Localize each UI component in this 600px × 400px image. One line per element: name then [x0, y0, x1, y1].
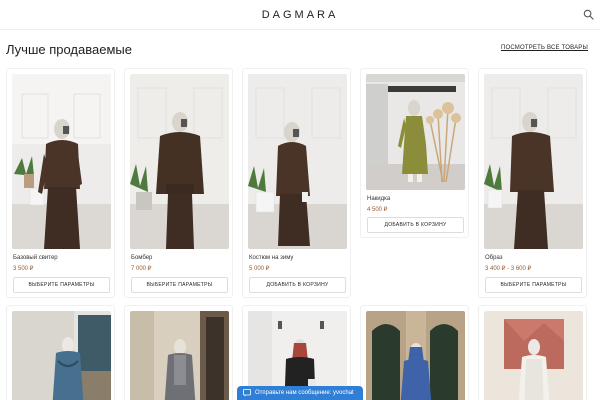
section-title: Лучше продаваемые [6, 42, 132, 57]
product-price: 3 500 ₽ [13, 266, 34, 272]
product-image[interactable] [366, 74, 465, 190]
product-price: 4 500 ₽ [367, 207, 388, 213]
product-price: 3 400 ₽ - 3 600 ₽ [485, 266, 532, 272]
product-name[interactable]: Костюм на зиму [249, 255, 293, 261]
product-image[interactable] [366, 311, 465, 400]
select-options-button[interactable]: ВЫБЕРИТЕ ПАРАМЕТРЫ [485, 277, 582, 293]
select-options-button[interactable]: ВЫБЕРИТЕ ПАРАМЕТРЫ [13, 277, 110, 293]
chat-widget-button[interactable]: Отправьте нам сообщение: yvochat [237, 386, 363, 400]
product-name[interactable]: Накидка [367, 196, 390, 202]
product-name[interactable]: Бомбер [131, 255, 152, 261]
site-header: DAGMARA [0, 0, 600, 30]
chat-widget-label: Отправьте нам сообщение: yvochat [255, 390, 354, 396]
product-card[interactable]: Образ 3 400 ₽ - 3 600 ₽ ВЫБЕРИТЕ ПАРАМЕТ… [478, 68, 587, 298]
view-all-link[interactable]: ПОСМОТРЕТЬ ВСЕ ТОВАРЫ [501, 45, 588, 51]
product-card[interactable] [6, 305, 115, 400]
product-image[interactable] [12, 311, 111, 400]
product-name[interactable]: Базовый свитер [13, 255, 58, 261]
product-price: 5 000 ₽ [249, 266, 270, 272]
product-image[interactable] [130, 74, 229, 249]
product-card[interactable] [360, 305, 469, 400]
product-image[interactable] [130, 311, 229, 400]
add-to-cart-button[interactable]: ДОБАВИТЬ В КОРЗИНУ [249, 277, 346, 293]
site-logo[interactable]: DAGMARA [0, 9, 600, 21]
product-card[interactable]: Накидка 4 500 ₽ ДОБАВИТЬ В КОРЗИНУ [360, 68, 469, 238]
search-icon[interactable] [583, 9, 594, 20]
product-name[interactable]: Образ [485, 255, 502, 261]
select-options-button[interactable]: ВЫБЕРИТЕ ПАРАМЕТРЫ [131, 277, 228, 293]
product-price: 7 000 ₽ [131, 266, 152, 272]
product-card[interactable]: Бомбер 7 000 ₽ ВЫБЕРИТЕ ПАРАМЕТРЫ [124, 68, 233, 298]
product-image[interactable] [12, 74, 111, 249]
product-image[interactable] [484, 74, 583, 249]
product-card[interactable] [124, 305, 233, 400]
product-card[interactable]: Костюм на зиму 5 000 ₽ ДОБАВИТЬ В КОРЗИН… [242, 68, 351, 298]
product-image[interactable] [248, 74, 347, 249]
product-image[interactable] [484, 311, 583, 400]
product-card[interactable]: Базовый свитер 3 500 ₽ ВЫБЕРИТЕ ПАРАМЕТР… [6, 68, 115, 298]
chat-icon [243, 389, 251, 397]
add-to-cart-button[interactable]: ДОБАВИТЬ В КОРЗИНУ [367, 217, 464, 233]
product-card[interactable] [478, 305, 587, 400]
